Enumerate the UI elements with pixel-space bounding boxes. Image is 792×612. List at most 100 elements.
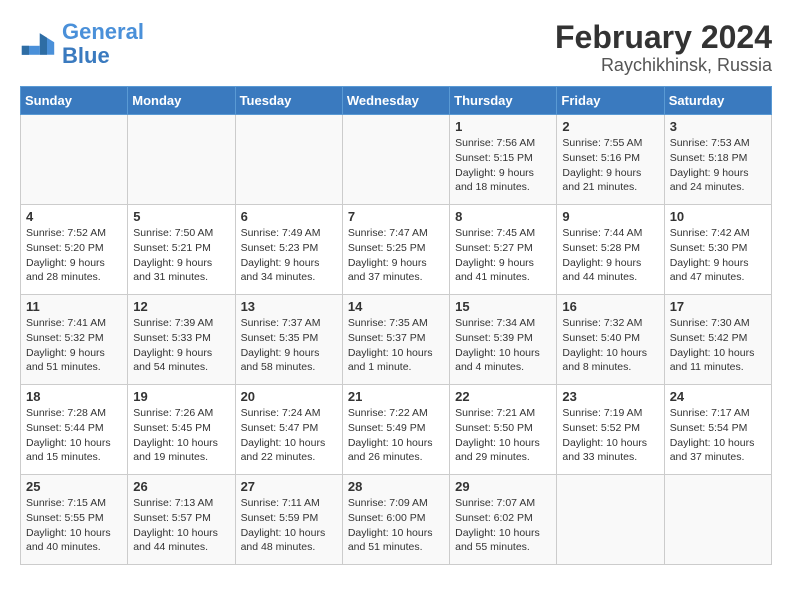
day-number: 7 [348, 209, 444, 224]
day-content: Sunrise: 7:35 AM Sunset: 5:37 PM Dayligh… [348, 316, 444, 375]
calendar-cell: 25 Sunrise: 7:15 AM Sunset: 5:55 PM Dayli… [21, 475, 128, 565]
day-content: Sunrise: 7:07 AM Sunset: 6:02 PM Dayligh… [455, 496, 551, 555]
logo: General Blue [20, 20, 144, 68]
page-header: General Blue February 2024 Raychikhinsk,… [20, 20, 772, 76]
calendar-cell: 9Sunrise: 7:44 AM Sunset: 5:28 PM Daylig… [557, 205, 664, 295]
day-content: Sunrise: 7:30 AM Sunset: 5:42 PM Dayligh… [670, 316, 766, 375]
day-number: 11 [26, 299, 122, 314]
calendar-cell: 24Sunrise: 7:17 AM Sunset: 5:54 PM Dayli… [664, 385, 771, 475]
calendar-cell [235, 115, 342, 205]
day-number: 26 [133, 479, 229, 494]
day-number: 27 [241, 479, 337, 494]
calendar-header: SundayMondayTuesdayWednesdayThursdayFrid… [21, 87, 772, 115]
calendar-week-row: 25 Sunrise: 7:15 AM Sunset: 5:55 PM Dayli… [21, 475, 772, 565]
calendar-cell: 27 Sunrise: 7:11 AM Sunset: 5:59 PM Dayli… [235, 475, 342, 565]
page-title: February 2024 [555, 20, 772, 55]
calendar-cell: 17 Sunrise: 7:30 AM Sunset: 5:42 PM Dayli… [664, 295, 771, 385]
weekday-header: Friday [557, 87, 664, 115]
calendar-cell: 22Sunrise: 7:21 AM Sunset: 5:50 PM Dayli… [450, 385, 557, 475]
day-content: Sunrise: 7:24 AM Sunset: 5:47 PM Dayligh… [241, 406, 337, 465]
day-content: Sunrise: 7:47 AM Sunset: 5:25 PM Dayligh… [348, 226, 444, 285]
day-content: Sunrise: 7:32 AM Sunset: 5:40 PM Dayligh… [562, 316, 658, 375]
calendar-cell: 15 Sunrise: 7:34 AM Sunset: 5:39 PM Dayli… [450, 295, 557, 385]
calendar-cell: 7 Sunrise: 7:47 AM Sunset: 5:25 PM Daylig… [342, 205, 449, 295]
calendar-cell: 12 Sunrise: 7:39 AM Sunset: 5:33 PM Dayli… [128, 295, 235, 385]
calendar-cell: 19Sunrise: 7:26 AM Sunset: 5:45 PM Dayli… [128, 385, 235, 475]
day-number: 3 [670, 119, 766, 134]
logo-line2: Blue [62, 43, 110, 68]
calendar-cell: 4 Sunrise: 7:52 AM Sunset: 5:20 PM Daylig… [21, 205, 128, 295]
calendar-cell [557, 475, 664, 565]
calendar-cell [342, 115, 449, 205]
day-content: Sunrise: 7:49 AM Sunset: 5:23 PM Dayligh… [241, 226, 337, 285]
calendar-cell: 1 Sunrise: 7:56 AM Sunset: 5:15 PM Daylig… [450, 115, 557, 205]
calendar-week-row: 18 Sunrise: 7:28 AM Sunset: 5:44 PM Dayli… [21, 385, 772, 475]
day-content: Sunrise: 7:11 AM Sunset: 5:59 PM Dayligh… [241, 496, 337, 555]
calendar-cell: 20 Sunrise: 7:24 AM Sunset: 5:47 PM Dayli… [235, 385, 342, 475]
day-content: Sunrise: 7:28 AM Sunset: 5:44 PM Dayligh… [26, 406, 122, 465]
calendar-cell: 23 Sunrise: 7:19 AM Sunset: 5:52 PM Dayli… [557, 385, 664, 475]
weekday-header: Monday [128, 87, 235, 115]
day-content: Sunrise: 7:52 AM Sunset: 5:20 PM Dayligh… [26, 226, 122, 285]
weekday-header: Wednesday [342, 87, 449, 115]
day-number: 5 [133, 209, 229, 224]
day-number: 20 [241, 389, 337, 404]
day-number: 17 [670, 299, 766, 314]
day-content: Sunrise: 7:53 AM Sunset: 5:18 PM Dayligh… [670, 136, 766, 195]
day-content: Sunrise: 7:45 AM Sunset: 5:27 PM Dayligh… [455, 226, 551, 285]
day-content: Sunrise: 7:26 AM Sunset: 5:45 PM Dayligh… [133, 406, 229, 465]
day-number: 12 [133, 299, 229, 314]
calendar-table: SundayMondayTuesdayWednesdayThursdayFrid… [20, 86, 772, 565]
calendar-cell: 2Sunrise: 7:55 AM Sunset: 5:16 PM Daylig… [557, 115, 664, 205]
calendar-cell: 28 Sunrise: 7:09 AM Sunset: 6:00 PM Dayli… [342, 475, 449, 565]
calendar-cell: 5 Sunrise: 7:50 AM Sunset: 5:21 PM Daylig… [128, 205, 235, 295]
page-subtitle: Raychikhinsk, Russia [555, 55, 772, 76]
day-content: Sunrise: 7:44 AM Sunset: 5:28 PM Dayligh… [562, 226, 658, 285]
day-content: Sunrise: 7:17 AM Sunset: 5:54 PM Dayligh… [670, 406, 766, 465]
calendar-cell: 6 Sunrise: 7:49 AM Sunset: 5:23 PM Daylig… [235, 205, 342, 295]
day-number: 25 [26, 479, 122, 494]
weekday-header: Sunday [21, 87, 128, 115]
calendar-week-row: 1 Sunrise: 7:56 AM Sunset: 5:15 PM Daylig… [21, 115, 772, 205]
calendar-cell: 11Sunrise: 7:41 AM Sunset: 5:32 PM Dayli… [21, 295, 128, 385]
calendar-cell: 3 Sunrise: 7:53 AM Sunset: 5:18 PM Daylig… [664, 115, 771, 205]
calendar-cell: 29 Sunrise: 7:07 AM Sunset: 6:02 PM Dayli… [450, 475, 557, 565]
day-number: 28 [348, 479, 444, 494]
day-number: 8 [455, 209, 551, 224]
day-number: 21 [348, 389, 444, 404]
day-content: Sunrise: 7:42 AM Sunset: 5:30 PM Dayligh… [670, 226, 766, 285]
day-number: 1 [455, 119, 551, 134]
day-content: Sunrise: 7:56 AM Sunset: 5:15 PM Dayligh… [455, 136, 551, 195]
day-content: Sunrise: 7:15 AM Sunset: 5:55 PM Dayligh… [26, 496, 122, 555]
calendar-cell: 8 Sunrise: 7:45 AM Sunset: 5:27 PM Daylig… [450, 205, 557, 295]
weekday-header: Thursday [450, 87, 557, 115]
day-number: 6 [241, 209, 337, 224]
calendar-cell: 18 Sunrise: 7:28 AM Sunset: 5:44 PM Dayli… [21, 385, 128, 475]
day-content: Sunrise: 7:55 AM Sunset: 5:16 PM Dayligh… [562, 136, 658, 195]
day-number: 10 [670, 209, 766, 224]
day-number: 16 [562, 299, 658, 314]
day-number: 15 [455, 299, 551, 314]
calendar-cell: 14 Sunrise: 7:35 AM Sunset: 5:37 PM Dayli… [342, 295, 449, 385]
calendar-week-row: 4 Sunrise: 7:52 AM Sunset: 5:20 PM Daylig… [21, 205, 772, 295]
day-number: 23 [562, 389, 658, 404]
day-content: Sunrise: 7:13 AM Sunset: 5:57 PM Dayligh… [133, 496, 229, 555]
day-number: 13 [241, 299, 337, 314]
day-number: 14 [348, 299, 444, 314]
day-number: 29 [455, 479, 551, 494]
calendar-cell [21, 115, 128, 205]
calendar-cell [128, 115, 235, 205]
day-content: Sunrise: 7:19 AM Sunset: 5:52 PM Dayligh… [562, 406, 658, 465]
day-content: Sunrise: 7:21 AM Sunset: 5:50 PM Dayligh… [455, 406, 551, 465]
weekday-header: Tuesday [235, 87, 342, 115]
day-content: Sunrise: 7:39 AM Sunset: 5:33 PM Dayligh… [133, 316, 229, 375]
day-number: 18 [26, 389, 122, 404]
day-number: 4 [26, 209, 122, 224]
day-content: Sunrise: 7:50 AM Sunset: 5:21 PM Dayligh… [133, 226, 229, 285]
day-content: Sunrise: 7:34 AM Sunset: 5:39 PM Dayligh… [455, 316, 551, 375]
calendar-cell [664, 475, 771, 565]
day-content: Sunrise: 7:37 AM Sunset: 5:35 PM Dayligh… [241, 316, 337, 375]
day-content: Sunrise: 7:22 AM Sunset: 5:49 PM Dayligh… [348, 406, 444, 465]
calendar-week-row: 11Sunrise: 7:41 AM Sunset: 5:32 PM Dayli… [21, 295, 772, 385]
day-content: Sunrise: 7:09 AM Sunset: 6:00 PM Dayligh… [348, 496, 444, 555]
